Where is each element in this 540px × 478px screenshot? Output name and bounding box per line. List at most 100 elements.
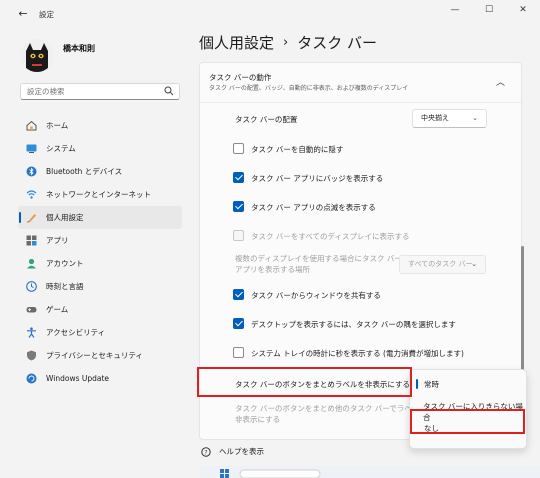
sidebar-item-label: アプリ — [46, 236, 69, 245]
taskbar-strip — [200, 466, 540, 478]
alignment-value: 中央揃え — [421, 114, 449, 122]
help-icon: ? — [201, 446, 211, 457]
badges-row[interactable]: タスク バー アプリにバッジを表示する — [200, 163, 521, 192]
share-window-checkbox[interactable] — [233, 289, 244, 300]
window-controls: — ☐ ✕ — [438, 0, 540, 20]
user-name: 橋本和則 — [63, 44, 95, 53]
page-title: タスク バー — [297, 34, 377, 52]
bluetooth-icon — [26, 166, 37, 177]
personalization-icon — [27, 214, 36, 223]
section-subtitle: タスク バーの配置、バッジ、自動的に非表示、および複数のディスプレイ — [209, 85, 409, 92]
help-label: ヘルプを表示 — [219, 447, 264, 456]
highlight-box-option — [410, 409, 525, 434]
sidebar-item-label: 個人用設定 — [46, 213, 84, 222]
search-box[interactable] — [20, 83, 180, 100]
title-bar: ← 設定 — ☐ ✕ — [0, 0, 540, 28]
multi-display-dropdown: すべてのタスク バー ⌄ — [399, 255, 486, 274]
section-header[interactable]: タスク バーの動作 タスク バーの配置、バッジ、自動的に非表示、および複数のディ… — [200, 63, 521, 103]
auto-hide-row[interactable]: タスク バーを自動的に隠す — [200, 134, 521, 163]
sidebar-item-label: 時刻と言語 — [46, 282, 84, 291]
sidebar-item-label: ネットワークとインターネット — [46, 190, 151, 199]
selection-indicator — [416, 379, 418, 389]
windows-update-icon — [26, 373, 37, 384]
network-icon — [26, 190, 37, 199]
sidebar-item-label: Bluetooth とデバイス — [46, 167, 123, 176]
auto-hide-label: タスク バーを自動的に隠す — [251, 145, 344, 154]
sidebar-item-bluetooth[interactable]: Bluetooth とデバイス — [18, 160, 182, 183]
desktop-corner-label: デスクトップを表示するには、タスク バーの隅を選択します — [251, 320, 456, 329]
home-icon — [26, 120, 37, 131]
share-window-label: タスク バーからウィンドウを共有する — [251, 291, 381, 300]
share-window-row[interactable]: タスク バーからウィンドウを共有する — [200, 280, 521, 309]
badges-checkbox[interactable] — [233, 172, 244, 183]
sidebar-item-network[interactable]: ネットワークとインターネット — [18, 183, 182, 206]
all-displays-checkbox — [233, 230, 244, 241]
flashing-checkbox[interactable] — [233, 201, 244, 212]
flashing-label: タスク バー アプリの点滅を表示する — [251, 203, 376, 212]
sidebar-item-personalization[interactable]: 個人用設定 — [18, 206, 182, 229]
seconds-clock-row[interactable]: システム トレイの時計に秒を表示する (電力消費が増加します) — [200, 338, 521, 367]
sidebar-item-label: アクセシビリティ — [46, 328, 106, 337]
close-button[interactable]: ✕ — [506, 0, 540, 20]
system-icon — [26, 144, 37, 153]
sidebar-item-label: ホーム — [46, 121, 69, 130]
menu-option-always[interactable]: 常時 — [424, 379, 439, 390]
sidebar-item-label: システム — [46, 144, 76, 153]
privacy-icon — [27, 350, 36, 361]
combine-other-label-1: タスク バーのボタンをまとめ他のタスク バーでラベルを — [235, 404, 427, 413]
minimize-button[interactable]: — — [438, 0, 472, 20]
breadcrumb-parent[interactable]: 個人用設定 — [199, 32, 274, 53]
sidebar-item-privacy[interactable]: プライバシーとセキュリティ — [18, 344, 182, 367]
badges-label: タスク バー アプリにバッジを表示する — [251, 174, 384, 183]
chevron-down-icon: ⌄ — [472, 114, 478, 122]
highlight-box-setting — [197, 367, 412, 397]
apps-icon — [26, 235, 37, 246]
back-arrow-icon[interactable]: ← — [16, 7, 30, 21]
sidebar-item-time-language[interactable]: 時刻と言語 — [18, 275, 182, 298]
auto-hide-checkbox[interactable] — [233, 143, 244, 154]
avatar[interactable] — [20, 38, 54, 72]
gaming-icon — [26, 307, 37, 313]
alignment-row: タスク バーの配置 中央揃え ⌄ — [200, 105, 521, 134]
multi-display-label-2: アプリを表示する場所 — [235, 265, 310, 274]
alignment-dropdown[interactable]: 中央揃え ⌄ — [412, 109, 487, 128]
breadcrumb: 個人用設定 › タスク バー — [199, 32, 377, 53]
alignment-label: タスク バーの配置 — [235, 115, 298, 124]
flashing-row[interactable]: タスク バー アプリの点滅を表示する — [200, 192, 521, 221]
breadcrumb-separator: › — [283, 35, 289, 50]
sidebar-item-home[interactable]: ホーム — [18, 114, 182, 137]
time-language-icon — [26, 281, 37, 292]
account-icon — [27, 258, 36, 269]
desktop-corner-row[interactable]: デスクトップを表示するには、タスク バーの隅を選択します — [200, 309, 521, 338]
sidebar-item-label: アカウント — [46, 259, 84, 268]
sidebar-item-gaming[interactable]: ゲーム — [18, 298, 182, 321]
multi-display-row: 複数のディスプレイを使用する場合にタスク バー アプリを表示する場所 すべてのタ… — [200, 249, 521, 281]
search-icon — [164, 86, 174, 96]
combine-other-label-2: 非表示にする — [235, 415, 281, 424]
seconds-clock-label: システム トレイの時計に秒を表示する (電力消費が増加します) — [251, 349, 464, 358]
maximize-button[interactable]: ☐ — [472, 0, 506, 20]
desktop-corner-checkbox[interactable] — [233, 318, 244, 329]
help-link[interactable]: ? ヘルプを表示 — [201, 446, 264, 457]
sidebar-item-accessibility[interactable]: アクセシビリティ — [18, 321, 182, 344]
sidebar-item-windows-update[interactable]: Windows Update — [18, 367, 182, 390]
sidebar-item-label: プライバシーとセキュリティ — [46, 351, 143, 360]
app-title: 設定 — [39, 10, 54, 19]
search-input[interactable] — [21, 84, 161, 99]
sidebar-nav: ホーム システム Bluetooth とデバイス ネットワークとインターネット … — [18, 114, 182, 390]
chevron-down-icon: ⌄ — [471, 260, 477, 268]
accessibility-icon — [27, 327, 36, 338]
multi-display-label-1: 複数のディスプレイを使用する場合にタスク バー — [235, 254, 402, 263]
seconds-clock-checkbox[interactable] — [233, 347, 244, 358]
sidebar-item-label: ゲーム — [46, 305, 69, 314]
all-displays-row: タスク バーをすべてのディスプレイに表示する — [200, 221, 521, 250]
sidebar-item-system[interactable]: システム — [18, 137, 182, 160]
multi-display-value: すべてのタスク バー — [408, 260, 473, 268]
all-displays-label: タスク バーをすべてのディスプレイに表示する — [251, 232, 410, 241]
chevron-up-icon[interactable]: ︿ — [496, 75, 505, 88]
sidebar-item-apps[interactable]: アプリ — [18, 229, 182, 252]
sidebar-item-label: Windows Update — [46, 374, 110, 383]
svg-text:?: ? — [204, 449, 207, 456]
sidebar-item-accounts[interactable]: アカウント — [18, 252, 182, 275]
section-title: タスク バーの動作 — [209, 73, 272, 82]
